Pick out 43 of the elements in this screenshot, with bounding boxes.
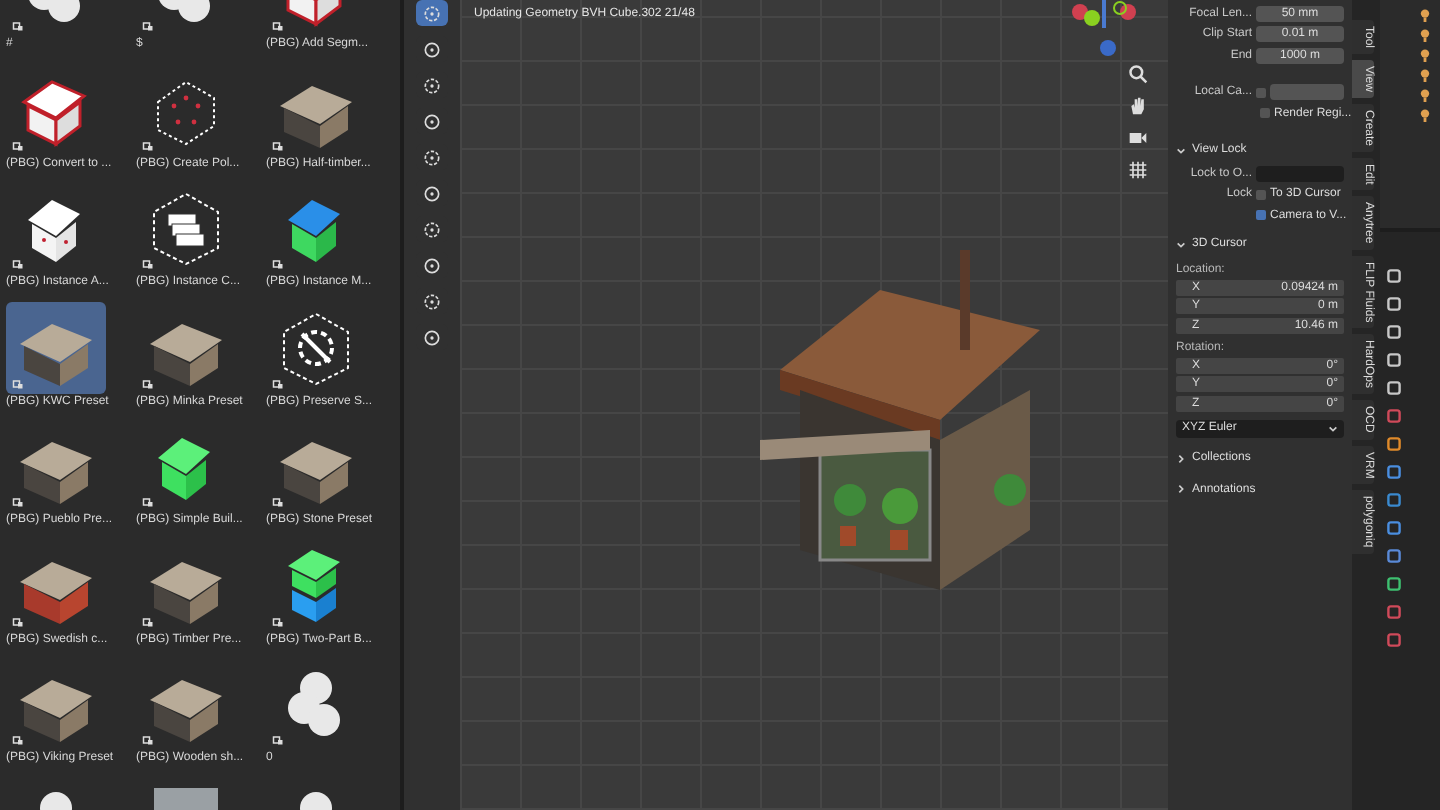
checkbox[interactable]: [1260, 108, 1270, 118]
node-group-icon: [272, 734, 284, 746]
node-group-icon: [142, 258, 154, 270]
node-group-icon: [12, 377, 24, 389]
node-group-icon: [272, 615, 284, 627]
hand-icon[interactable]: [1128, 96, 1148, 116]
chevron-icon: [1176, 484, 1186, 494]
chevron-icon: [1176, 145, 1186, 155]
node-group-icon: [272, 20, 284, 32]
asset-thumbnail[interactable]: [6, 301, 106, 393]
node-group-icon: [142, 615, 154, 627]
light-icon[interactable]: [1418, 48, 1432, 62]
checkbox[interactable]: [1256, 189, 1266, 199]
node-group-icon: [12, 615, 24, 627]
tool-button[interactable]: [416, 0, 448, 26]
node-group-icon: [12, 20, 24, 32]
node-group-icon: [12, 139, 24, 151]
node-group-icon: [142, 734, 154, 746]
light-icon[interactable]: [1418, 68, 1432, 82]
chevron-icon: [1176, 453, 1186, 463]
node-group-icon: [272, 258, 284, 270]
light-icon[interactable]: [1418, 88, 1432, 102]
node-group-icon: [12, 258, 24, 270]
light-icon[interactable]: [1418, 108, 1432, 122]
node-group-icon: [12, 734, 24, 746]
node-group-icon: [142, 496, 154, 508]
node-group-icon: [272, 377, 284, 389]
light-icon[interactable]: [1418, 8, 1432, 22]
grid-icon[interactable]: [1128, 160, 1148, 180]
checkbox[interactable]: [1256, 87, 1266, 97]
camera-icon[interactable]: [1128, 128, 1148, 148]
node-group-icon: [272, 139, 284, 151]
node-group-icon: [142, 20, 154, 32]
node-group-icon: [142, 139, 154, 151]
light-icon[interactable]: [1418, 28, 1432, 42]
checkbox[interactable]: [1256, 210, 1266, 220]
node-group-icon: [12, 496, 24, 508]
node-group-icon: [272, 496, 284, 508]
camera-picker-field[interactable]: [1270, 84, 1344, 100]
chevron-icon: [1176, 239, 1186, 249]
zoom-icon[interactable]: [1128, 64, 1148, 84]
caret-icon: [1328, 424, 1338, 434]
node-group-icon: [142, 377, 154, 389]
